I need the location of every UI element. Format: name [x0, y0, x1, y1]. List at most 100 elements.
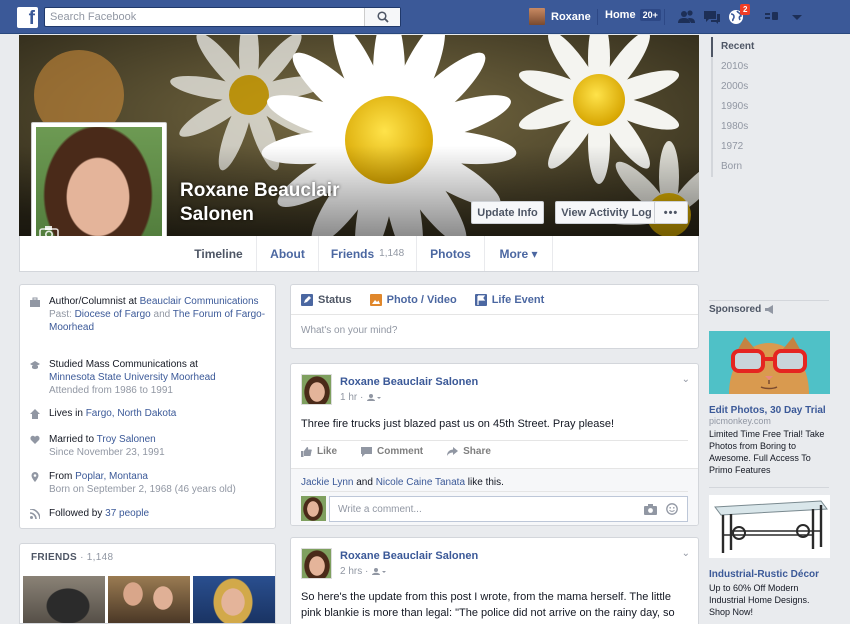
study-prefix: Studied Mass Communications at: [49, 359, 198, 370]
audience-friends-icon[interactable]: [372, 567, 387, 576]
post-author-name[interactable]: Roxane Beauclair Salonen: [340, 550, 478, 562]
privacy-shortcuts-icon[interactable]: [763, 9, 781, 25]
ad-title[interactable]: Industrial-Rustic Décor: [709, 569, 831, 580]
study-link[interactable]: Minnesota State University Moorhead: [49, 372, 216, 383]
tab-friends[interactable]: Friends 1,148: [319, 236, 417, 271]
top-navigation-bar: f Roxane Home 20+ 2: [0, 0, 850, 34]
heart-icon: [30, 435, 40, 444]
ad-image-glass-table[interactable]: [709, 495, 830, 558]
divider: [301, 491, 688, 492]
year-item-born[interactable]: Born: [711, 157, 791, 177]
sticker-smiley-icon[interactable]: [666, 503, 678, 515]
comment-button[interactable]: Comment: [361, 446, 423, 457]
comment-input[interactable]: [330, 497, 630, 521]
divider: [301, 440, 688, 441]
status-composer: Status Photo / Video Life Event What's o…: [290, 284, 699, 349]
year-item-1990s[interactable]: 1990s: [711, 97, 791, 117]
search-input[interactable]: [45, 8, 365, 26]
divider: [664, 9, 665, 25]
lives-link[interactable]: Fargo, North Dakota: [86, 408, 177, 419]
comment-box[interactable]: [329, 496, 688, 522]
search-box[interactable]: [44, 7, 401, 27]
from-prefix: From: [49, 471, 76, 482]
liker-link[interactable]: Jackie Lynn: [301, 477, 353, 488]
from-link[interactable]: Poplar, Montana: [75, 471, 148, 482]
tab-label: Photos: [430, 246, 471, 261]
profile-name[interactable]: Roxane Beauclair Salonen: [180, 179, 370, 227]
friend-thumbnail[interactable]: [23, 576, 105, 623]
status-tab[interactable]: Status: [301, 293, 352, 306]
hometown-item: From Poplar, Montana Born on September 2…: [30, 470, 236, 496]
view-activity-log-button[interactable]: View Activity Log: [555, 201, 658, 224]
photo-video-tab[interactable]: Photo / Video: [369, 293, 457, 306]
post-timestamp: 1 hr ·: [340, 392, 382, 403]
friend-thumbnail[interactable]: [108, 576, 190, 623]
post-author-avatar[interactable]: [301, 374, 332, 405]
followers-link[interactable]: 37 people: [105, 508, 149, 519]
friends-box-title[interactable]: FRIENDS · 1,148: [31, 552, 113, 563]
tab-photos[interactable]: Photos: [417, 236, 485, 271]
photo-video-tab-label: Photo / Video: [386, 293, 457, 306]
post-time-text[interactable]: 1 hr ·: [340, 392, 363, 403]
home-label: Home: [605, 9, 636, 21]
post-options-chevron-icon[interactable]: ⌄: [682, 548, 690, 559]
year-item-recent[interactable]: Recent: [711, 37, 791, 57]
facebook-logo-icon[interactable]: f: [17, 7, 38, 28]
more-options-button[interactable]: •••: [654, 201, 688, 224]
friend-requests-icon[interactable]: [678, 9, 696, 25]
messages-icon[interactable]: [703, 9, 721, 25]
year-item-2000s[interactable]: 2000s: [711, 77, 791, 97]
friend-thumbnail[interactable]: [193, 576, 275, 623]
likes-sentence: Jackie Lynn and Nicole Caine Tanata like…: [301, 477, 504, 488]
like-button[interactable]: Like: [301, 446, 337, 457]
composer-tabs: Status Photo / Video Life Event: [301, 285, 544, 314]
tab-label: More ▾: [499, 246, 538, 261]
year-item-2010s[interactable]: 2010s: [711, 57, 791, 77]
post-options-chevron-icon[interactable]: ⌄: [682, 374, 690, 385]
tab-label: Friends: [330, 246, 375, 261]
update-info-button[interactable]: Update Info: [471, 201, 544, 224]
sponsored-ad[interactable]: Edit Photos, 30 Day Trial picmonkey.com …: [709, 331, 831, 476]
ad-body: Limited Time Free Trial! Take Photos fro…: [709, 429, 825, 475]
attach-photo-camera-icon[interactable]: [644, 504, 657, 515]
ad-image-cat-with-glasses[interactable]: [709, 331, 830, 394]
post-timestamp: 2 hrs ·: [340, 566, 387, 577]
tab-more[interactable]: More ▾: [485, 236, 553, 271]
lives-prefix: Lives in: [49, 408, 86, 419]
married-link[interactable]: Troy Salonen: [97, 434, 156, 445]
life-event-tab[interactable]: Life Event: [474, 293, 544, 306]
timeline-post: Roxane Beauclair Salonen 1 hr · ⌄ Three …: [290, 363, 699, 526]
ad-body: Up to 60% Off Modern Industrial Home Des…: [709, 583, 810, 617]
status-input[interactable]: What's on your mind?: [301, 325, 397, 336]
rss-followers-icon: [30, 509, 40, 519]
ad-url: picmonkey.com: [709, 416, 771, 426]
divider: [709, 487, 829, 488]
profile-link[interactable]: Roxane: [529, 8, 591, 25]
post-author-avatar[interactable]: [301, 548, 332, 579]
post-text: Three fire trucks just blazed past us on…: [301, 418, 615, 430]
year-item-1980s[interactable]: 1980s: [711, 117, 791, 137]
education-item: Studied Mass Communications at Minnesota…: [30, 358, 269, 397]
home-link[interactable]: Home 20+: [605, 9, 661, 21]
chevron-down-icon[interactable]: [788, 9, 806, 25]
tab-about[interactable]: About: [257, 236, 319, 271]
notifications-count-badge: 2: [740, 4, 751, 15]
liker-link[interactable]: Nicole Caine Tanata: [376, 477, 465, 488]
share-button[interactable]: Share: [447, 446, 491, 457]
share-label: Share: [463, 446, 491, 457]
home-count-badge: 20+: [639, 9, 661, 21]
audience-friends-icon[interactable]: [367, 393, 382, 402]
ad-title[interactable]: Edit Photos, 30 Day Trial: [709, 405, 831, 416]
year-item-1972[interactable]: 1972: [711, 137, 791, 157]
post-time-text[interactable]: 2 hrs ·: [340, 566, 368, 577]
location-pin-icon: [31, 472, 39, 482]
followers-item: Followed by 37 people: [30, 507, 149, 520]
work-link[interactable]: Beauclair Communications: [140, 296, 259, 307]
tab-timeline[interactable]: Timeline: [181, 236, 257, 271]
friends-box-count: · 1,148: [80, 552, 114, 563]
work-past-link[interactable]: Diocese of Fargo: [75, 309, 151, 320]
post-author-name[interactable]: Roxane Beauclair Salonen: [340, 376, 478, 388]
search-button[interactable]: [364, 8, 400, 26]
sponsored-ad[interactable]: Industrial-Rustic Décor Up to 60% Off Mo…: [709, 495, 831, 618]
life-event-flag-icon: [474, 293, 487, 306]
